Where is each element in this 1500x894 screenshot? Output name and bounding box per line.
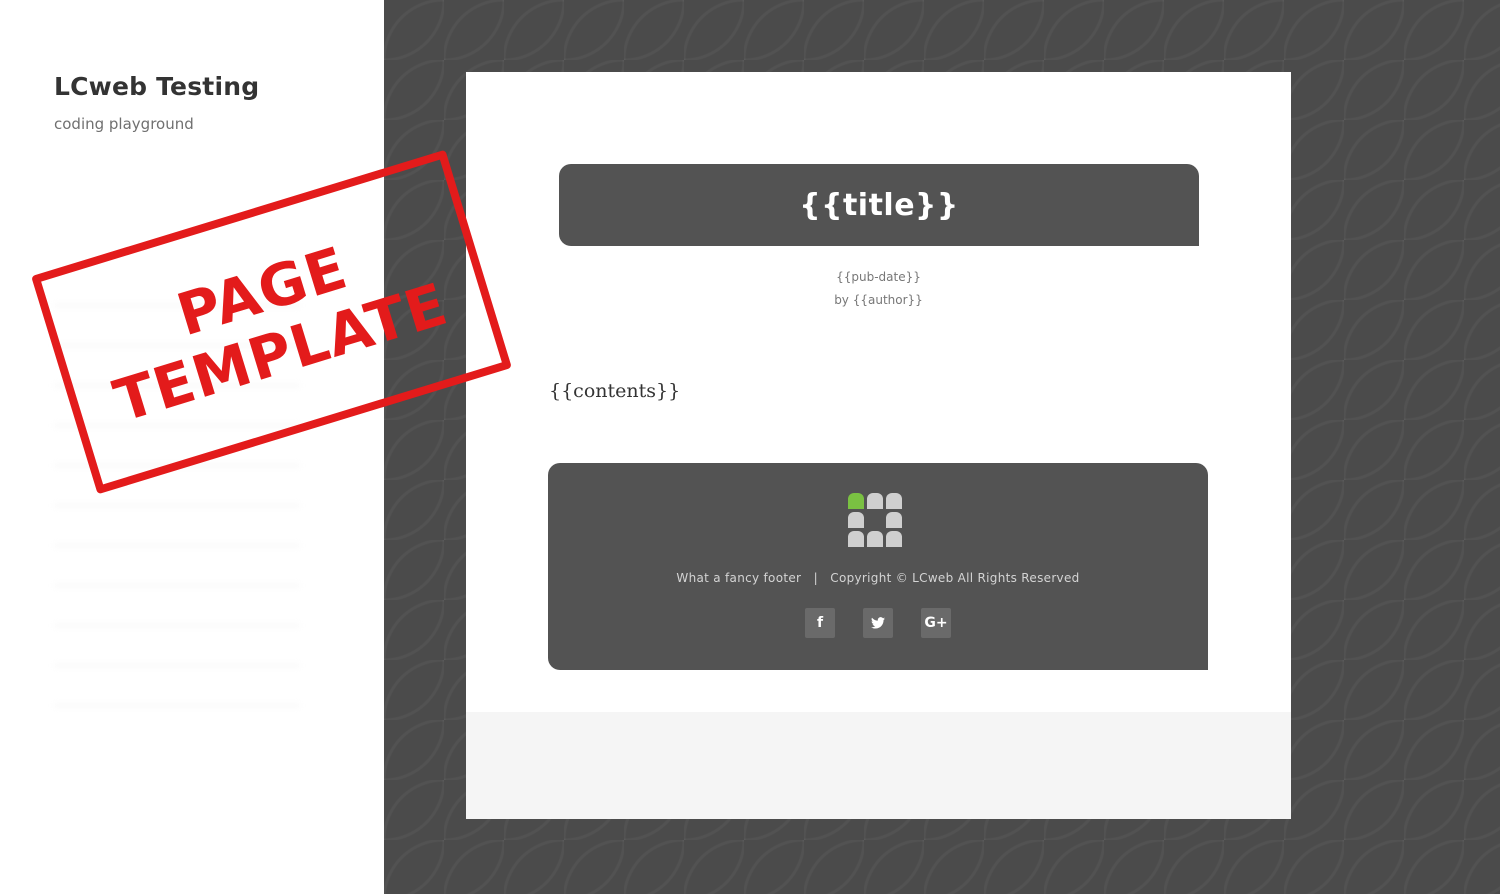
author-placeholder: by {{author}} [834, 293, 923, 307]
site-title[interactable]: LCweb Testing [54, 72, 259, 101]
email-template-canvas: {{title}} {{pub-date}} by {{author}} {{c… [466, 72, 1291, 819]
logo-icon [848, 493, 908, 553]
title-header: {{title}} [559, 164, 1199, 246]
contents-placeholder: {{contents}} [549, 380, 681, 402]
twitter-icon[interactable] [863, 608, 893, 638]
google-plus-icon[interactable]: G+ [921, 608, 951, 638]
site-description: coding playground [54, 115, 194, 133]
template-body: {{title}} {{pub-date}} by {{author}} {{c… [466, 72, 1291, 712]
footer-copyright: What a fancy footer | Copyright © LCweb … [676, 571, 1080, 585]
pub-date-placeholder: {{pub-date}} [836, 270, 921, 284]
template-footer: What a fancy footer | Copyright © LCweb … [548, 463, 1208, 670]
facebook-icon[interactable]: f [805, 608, 835, 638]
social-links: f G+ [548, 608, 1208, 638]
title-placeholder: {{title}} [799, 187, 959, 223]
